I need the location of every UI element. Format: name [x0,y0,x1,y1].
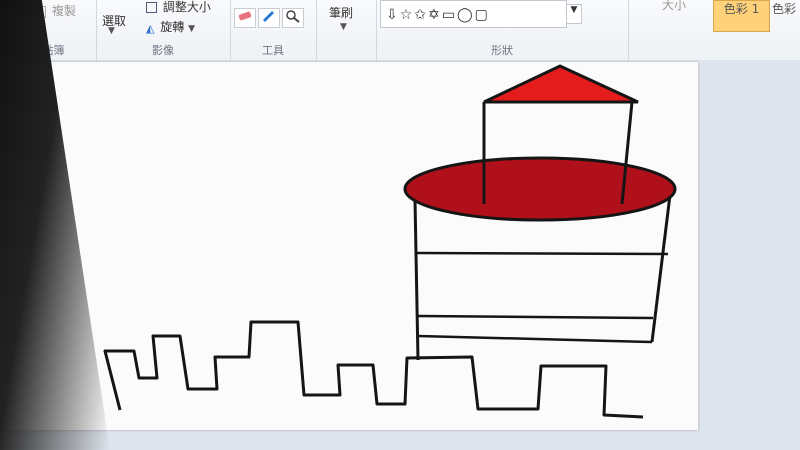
tank-top-ellipse [403,156,677,222]
tank-band-1 [416,251,669,256]
tank-band-2 [417,314,654,320]
paint-window: 貼 上 複製 剪貼簿 選取 ▼ 調整大小 ◭ 旋轉 ▼ 影像 [0,0,800,450]
drawing-layer [103,64,677,419]
roof-triangle [483,64,639,104]
tank-band-3 [417,334,653,344]
skyline-outline [103,320,644,419]
tank-left-wall [413,199,420,361]
tank-right-wall [650,194,672,343]
